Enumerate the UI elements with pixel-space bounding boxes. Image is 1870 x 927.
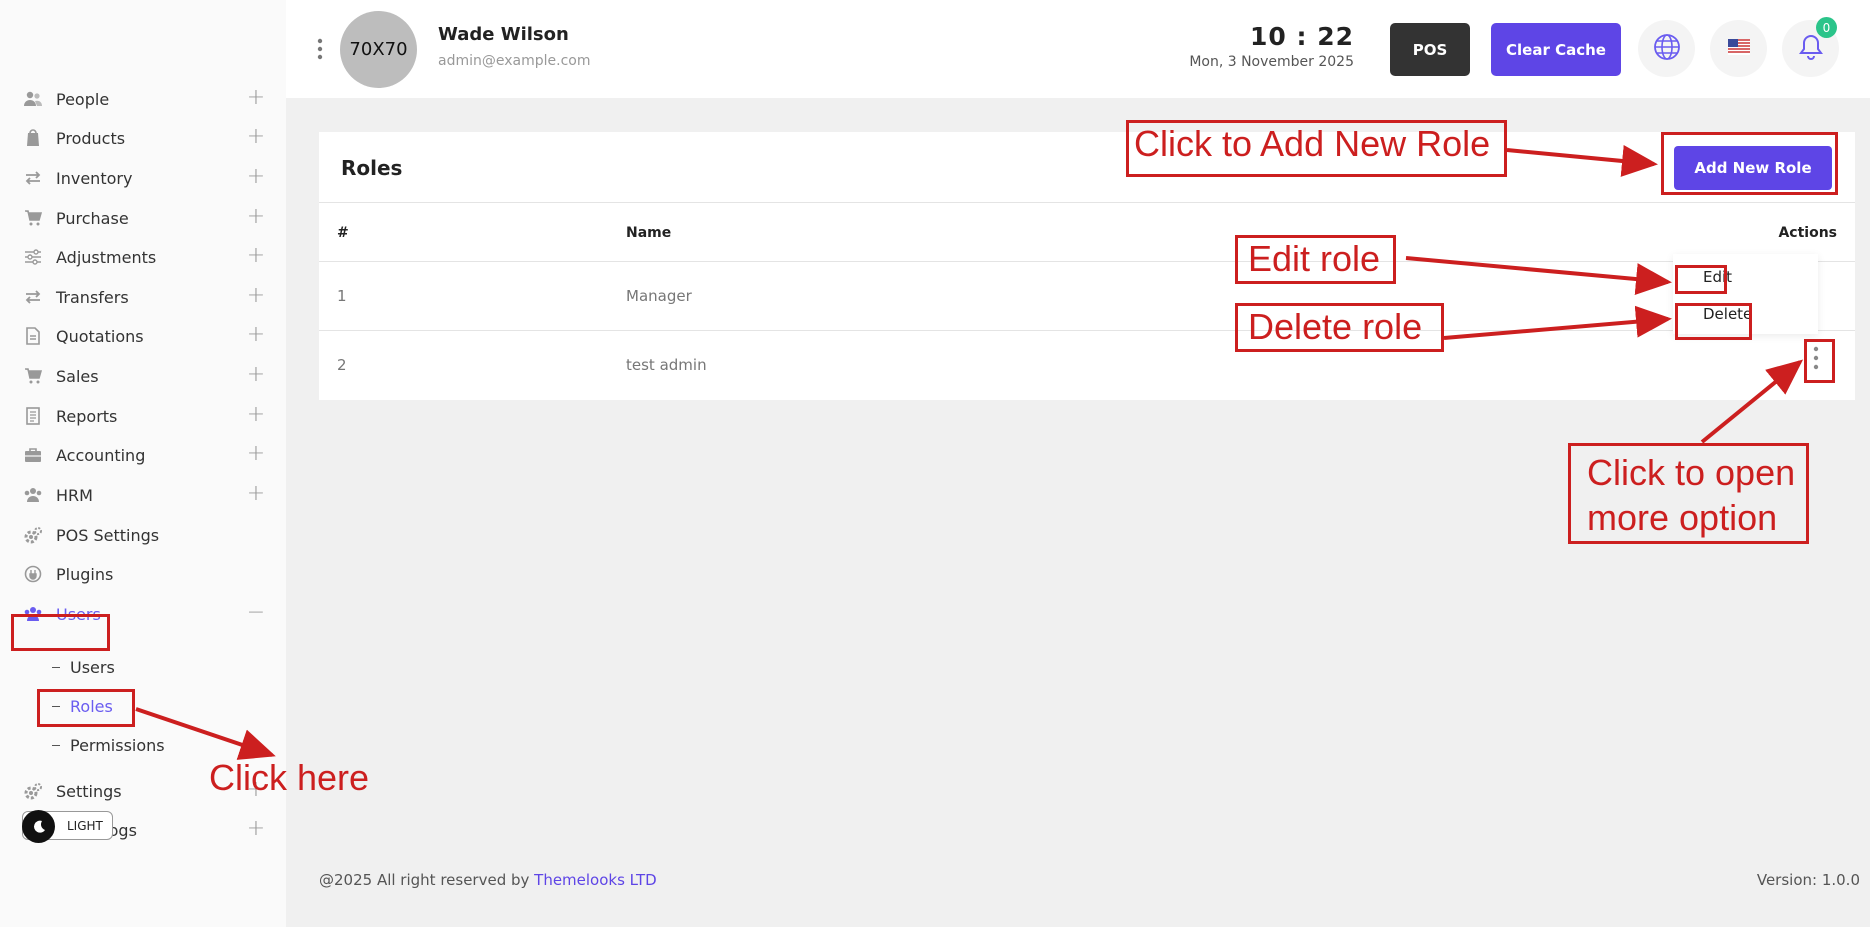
- annotation-arrows: [135, 145, 1804, 760]
